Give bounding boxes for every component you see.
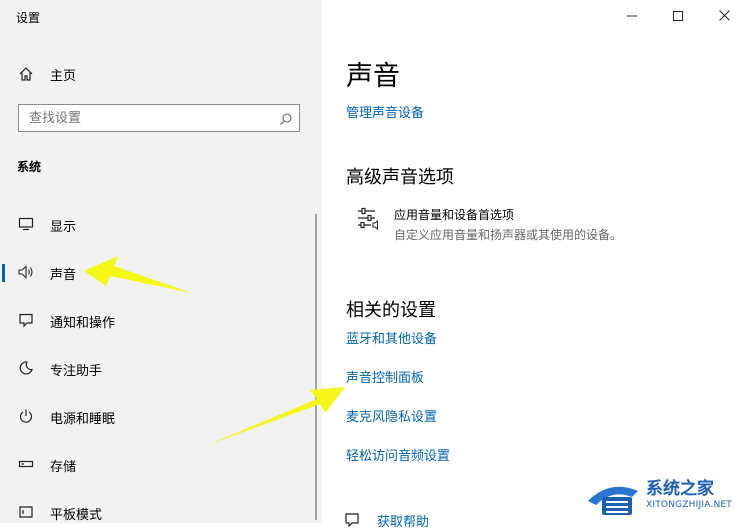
sidebar-item-label: 电源和睡眠	[50, 412, 116, 427]
sidebar-item-label: 平板模式	[50, 508, 103, 523]
watermark-name: 系统之家	[646, 479, 714, 499]
sidebar-item-label: 主页	[50, 69, 77, 84]
moon-icon	[17, 359, 35, 377]
search-box[interactable]	[18, 104, 300, 132]
sidebar-item-label: 存储	[50, 460, 77, 475]
sidebar-item-label: 显示	[50, 220, 77, 235]
page-title: 声音	[346, 61, 400, 92]
advanced-sound-heading: 高级声音选项	[346, 167, 454, 188]
sidebar-item-label: 声音	[50, 268, 77, 283]
watermark-url: XITONGZHIJIA.NET	[646, 500, 732, 510]
sidebar: 设置 主页 系统 显示 声音 通知和操作 专注助手	[0, 0, 322, 523]
sidebar-item-power-sleep[interactable]: 电源和睡眠	[0, 400, 322, 432]
close-button[interactable]	[712, 4, 736, 26]
sound-control-panel-link[interactable]: 声音控制面板	[346, 367, 424, 386]
window-title: 设置	[16, 11, 41, 25]
sidebar-item-label: 通知和操作	[50, 316, 116, 331]
storage-icon	[17, 455, 35, 473]
sidebar-item-tablet-mode[interactable]: 平板模式	[0, 496, 322, 528]
maximize-icon	[673, 6, 683, 25]
sidebar-item-home[interactable]: 主页	[0, 60, 322, 88]
notification-icon	[17, 311, 35, 329]
bluetooth-devices-link[interactable]: 蓝牙和其他设备	[346, 328, 437, 347]
sidebar-scrollbar[interactable]	[315, 214, 317, 520]
search-icon[interactable]	[279, 111, 293, 125]
active-indicator	[2, 264, 5, 282]
sidebar-item-focus-assist[interactable]: 专注助手	[0, 352, 322, 384]
sidebar-item-sound[interactable]: 声音	[0, 256, 322, 288]
sliders-icon	[357, 207, 381, 231]
close-icon	[718, 6, 730, 25]
speaker-icon	[17, 263, 35, 281]
get-help-link[interactable]: 获取帮助	[377, 511, 429, 530]
power-icon	[17, 407, 35, 425]
main-content: 声音 管理声音设备 高级声音选项 应用音量和设备首选项 自定义应用音量和扬声器或…	[322, 0, 741, 530]
help-icon	[344, 512, 360, 528]
sidebar-item-storage[interactable]: 存储	[0, 448, 322, 480]
related-settings-heading: 相关的设置	[346, 300, 436, 321]
sidebar-item-notifications[interactable]: 通知和操作	[0, 304, 322, 336]
sidebar-item-display[interactable]: 显示	[0, 208, 322, 240]
manage-sound-devices-link[interactable]: 管理声音设备	[346, 102, 424, 121]
section-label: 系统	[17, 160, 42, 174]
minimize-button[interactable]	[620, 4, 644, 26]
ease-of-access-audio-link[interactable]: 轻松访问音频设置	[346, 445, 450, 464]
tablet-icon	[17, 503, 35, 521]
monitor-icon	[17, 215, 35, 233]
app-volume-description: 自定义应用音量和扬声器或其使用的设备。	[394, 228, 623, 242]
minimize-icon	[627, 6, 637, 25]
app-volume-title[interactable]: 应用音量和设备首选项	[394, 206, 514, 223]
home-icon	[17, 65, 35, 83]
search-input[interactable]	[19, 105, 279, 131]
microphone-privacy-link[interactable]: 麦克风隐私设置	[346, 406, 437, 425]
sidebar-item-label: 专注助手	[50, 364, 103, 379]
maximize-button[interactable]	[666, 4, 690, 26]
